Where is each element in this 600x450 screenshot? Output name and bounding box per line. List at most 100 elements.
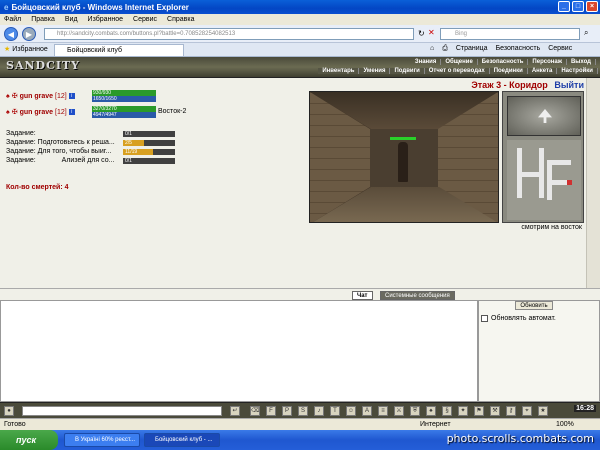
mana-bar: 4947/4947	[92, 112, 156, 118]
auto-refresh-label: Обновлять автомат.	[491, 315, 556, 322]
chat-tab-strip: Чат Системные сообщения	[0, 288, 600, 300]
taskbar-item[interactable]: Бойцовский клуб - ...	[144, 433, 220, 447]
flag-icon[interactable]: ⚑	[474, 406, 484, 416]
tool-page[interactable]: Страница	[456, 45, 488, 53]
scroll-icon[interactable]: ≡	[378, 406, 388, 416]
tab-chat[interactable]: Чат	[352, 291, 373, 300]
task-row: Задание:	[6, 130, 36, 137]
url-field[interactable]: http://sandcity.combats.com/buttons.pl?b…	[44, 28, 414, 40]
auto-refresh-checkbox[interactable]	[481, 315, 488, 322]
forward-icon[interactable]: ▶	[22, 27, 36, 41]
watermark: photo.scrolls.combats.com	[446, 432, 594, 445]
windows-taskbar: пуск В Україні 60% реєст... Бойцовский к…	[0, 430, 600, 450]
back-icon[interactable]: ◀	[4, 27, 18, 41]
chat-log[interactable]	[0, 300, 478, 402]
clan-icon: ♠	[6, 108, 10, 116]
game-menu-battles[interactable]: Поединки	[490, 68, 528, 74]
tool-security[interactable]: Безопасность	[496, 45, 541, 53]
info-icon[interactable]: i	[68, 93, 75, 99]
favorites-button[interactable]: ★ Избранное	[4, 45, 48, 54]
scrollbar[interactable]	[586, 78, 600, 288]
game-menu-knowledge[interactable]: Знания	[411, 59, 442, 65]
menu-tools[interactable]: Сервис	[133, 16, 157, 23]
task-text: Ализей для со...	[61, 157, 115, 164]
start-button[interactable]: пуск	[0, 430, 58, 450]
chat-mode-icon[interactable]: ●	[4, 406, 14, 416]
game-menu-transfers[interactable]: Отчет о переводах	[425, 68, 490, 74]
location-title: Этаж 3 - Коридор	[471, 80, 548, 90]
minimap-panel	[502, 91, 584, 223]
send-icon[interactable]: ↵	[230, 406, 240, 416]
info-icon[interactable]: i	[68, 109, 75, 115]
gift-icon[interactable]: ✦	[458, 406, 468, 416]
filter-icon[interactable]: F	[266, 406, 276, 416]
player-name[interactable]: gun grave	[20, 109, 53, 116]
exit-link[interactable]: Выйти	[554, 80, 584, 90]
clear-icon[interactable]: ⌫	[250, 406, 260, 416]
menu-file[interactable]: Файл	[4, 16, 21, 23]
clan-icon: ♠	[6, 92, 10, 100]
menu-help[interactable]: Справка	[167, 16, 194, 23]
address-bar: ◀ ▶ http://sandcity.combats.com/buttons.…	[0, 25, 600, 43]
stop-icon[interactable]: ✕	[428, 28, 435, 37]
close-button[interactable]: ×	[586, 1, 598, 12]
tool-service[interactable]: Сервис	[548, 45, 572, 53]
potion-icon[interactable]: ♠	[426, 406, 436, 416]
minimize-button[interactable]: _	[558, 1, 570, 12]
tool-icon[interactable]: ⚒	[490, 406, 500, 416]
maximize-button[interactable]: □	[572, 1, 584, 12]
chat-input[interactable]	[22, 406, 222, 416]
system-icon[interactable]: S	[298, 406, 308, 416]
taskbar-item[interactable]: В Україні 60% реєст...	[64, 433, 140, 447]
key-icon[interactable]: ⚷	[506, 406, 516, 416]
task-progress: 11/19	[123, 149, 175, 155]
right-panel: Этаж 3 - Коридор Выйти смотрим на восток	[308, 78, 600, 288]
window-titlebar: e Бойцовский клуб - Windows Internet Exp…	[0, 0, 600, 14]
tab-system-messages[interactable]: Системные сообщения	[380, 291, 455, 300]
print-icon[interactable]: ⎙	[442, 45, 448, 53]
star-icon[interactable]: ★	[538, 406, 548, 416]
menu-edit[interactable]: Правка	[31, 16, 55, 23]
death-count: Кол-во смертей: 4	[6, 184, 69, 191]
font-icon[interactable]: A	[362, 406, 372, 416]
zoom-level[interactable]: 100%	[556, 419, 574, 430]
smiley-icon[interactable]: ☺	[346, 406, 356, 416]
align-icon: ✠	[11, 93, 18, 100]
shield-icon[interactable]: ⛨	[410, 406, 420, 416]
player-name[interactable]: gun grave	[20, 93, 53, 100]
game-menu-skills[interactable]: Умения	[359, 68, 391, 74]
star-icon: ★	[4, 46, 11, 53]
game-menu-character[interactable]: Персонаж	[528, 59, 567, 65]
tab-active[interactable]: Бойцовский клуб	[54, 44, 184, 56]
game-menu-communication[interactable]: Общение	[441, 59, 478, 65]
mana-bar: 1650/1650	[92, 96, 156, 102]
dungeon-view[interactable]	[309, 91, 499, 223]
menu-favorites[interactable]: Избранное	[88, 16, 123, 23]
search-icon[interactable]: ⌕	[584, 28, 588, 38]
home-icon[interactable]: ⌂	[430, 45, 434, 53]
game-menu-inventory[interactable]: Инвентарь	[318, 68, 360, 74]
game-menu-profile[interactable]: Анкета	[528, 68, 558, 74]
scroll-item-icon[interactable]: §	[442, 406, 452, 416]
map-icon[interactable]: ⌖	[522, 406, 532, 416]
refresh-button[interactable]: Обновить	[515, 301, 553, 310]
sound-icon[interactable]: ♪	[314, 406, 324, 416]
translit-icon[interactable]: T	[330, 406, 340, 416]
game-menu-security[interactable]: Безопасность	[478, 59, 529, 65]
game-menu-exit[interactable]: Выход	[567, 59, 596, 65]
game-header: SANDCITY Знания Общение Безопасность Пер…	[0, 57, 600, 78]
search-input[interactable]: Bing	[440, 28, 580, 40]
left-panel: ♠ ✠ gun grave [12] i 930/930 1650/1650 ♠…	[0, 78, 308, 288]
compass[interactable]	[507, 96, 581, 136]
game-menu-settings[interactable]: Настройки	[557, 68, 598, 74]
menu-view[interactable]: Вид	[65, 16, 78, 23]
direction-arrow-icon[interactable]	[538, 109, 552, 123]
task-progress: 0/1	[123, 158, 175, 164]
enemy-figure[interactable]	[398, 142, 408, 182]
task-row: Задание: Для того, чтобы выиг...	[6, 148, 112, 155]
target-hp-bar	[390, 137, 416, 140]
private-icon[interactable]: P	[282, 406, 292, 416]
weapon-icon[interactable]: ⚔	[394, 406, 404, 416]
game-menu-achievements[interactable]: Подвиги	[390, 68, 425, 74]
refresh-icon[interactable]: ↻	[418, 29, 425, 38]
